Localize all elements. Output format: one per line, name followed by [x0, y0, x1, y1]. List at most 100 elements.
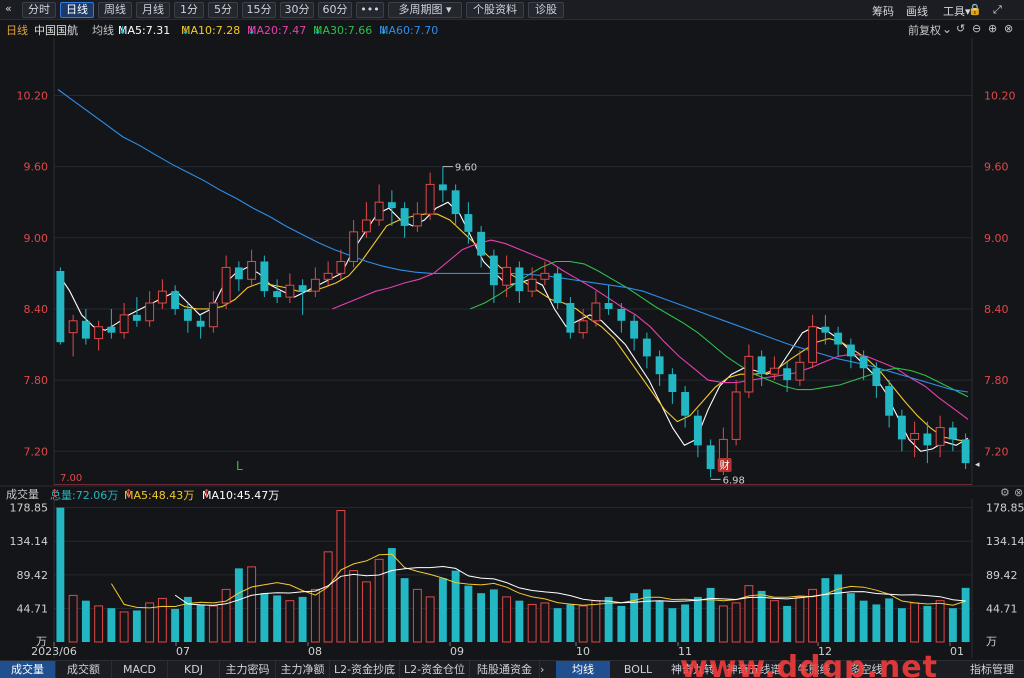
candle-24: [361, 202, 371, 238]
volume-bar-66: [897, 608, 906, 642]
candle-45: [630, 314, 639, 351]
candle-48: [668, 368, 677, 404]
period-button-2[interactable]: 周线: [98, 2, 132, 18]
volume-bar-16: [260, 593, 269, 642]
candle-body: [119, 314, 129, 334]
zoom-out-icon[interactable]: ⊖: [972, 22, 981, 35]
candle-body: [706, 445, 715, 470]
overlay-tab-0[interactable]: 均线: [556, 661, 610, 678]
x-label-2: 08: [308, 645, 322, 658]
candle-body: [566, 303, 575, 333]
draw-button[interactable]: 画线: [906, 3, 928, 19]
indicator-tab-0[interactable]: 成交量: [0, 661, 56, 678]
volume-bar-9: [171, 608, 180, 642]
indicator-tab-2[interactable]: MACD: [112, 661, 168, 678]
overlay-tab-6[interactable]: 指标管理: [960, 661, 1024, 678]
indicator-tab-6[interactable]: L2-资金抄底: [330, 661, 400, 678]
candle-body: [374, 201, 384, 221]
period-button-10[interactable]: 多周期图 ▾: [388, 2, 462, 18]
candle-body: [808, 326, 818, 363]
period-button-12[interactable]: 诊股: [528, 2, 564, 18]
chevron-right-icon[interactable]: ›: [540, 663, 544, 676]
candle-body: [260, 261, 269, 292]
candle-body: [464, 214, 473, 232]
indicator-tab-5[interactable]: 主力净额: [276, 661, 330, 678]
candle-body: [769, 367, 779, 375]
chip-button[interactable]: 筹码: [872, 3, 894, 19]
overlay-tab-1[interactable]: BOLL: [614, 661, 662, 678]
candle-46: [642, 332, 651, 369]
candle-body: [183, 308, 192, 321]
candle-body: [56, 270, 65, 343]
close-icon[interactable]: ⊗: [1004, 22, 1013, 35]
ma-label[interactable]: 均线: [92, 22, 114, 38]
expand-icon[interactable]: ⤢: [993, 3, 1002, 17]
ma-line-ma60: [57, 89, 969, 393]
candle-41: [578, 308, 588, 339]
candle-70: [948, 421, 957, 452]
candle-body: [655, 356, 664, 375]
volume-bar-34: [489, 589, 498, 642]
candle-26: [387, 190, 396, 226]
candle-body: [234, 267, 243, 280]
candle-body: [68, 320, 78, 334]
vol-tick-right-1: 134.14: [986, 535, 1024, 548]
candle-body: [196, 320, 205, 327]
undo-icon[interactable]: ↺: [956, 22, 965, 35]
volume-bar-61: [834, 574, 843, 642]
x-label-4: 10: [576, 645, 590, 658]
restore-select[interactable]: 前复权: [908, 22, 941, 38]
candle-17: [273, 279, 282, 304]
period-button-3[interactable]: 月线: [136, 2, 170, 18]
volume-bar-13: [221, 588, 231, 643]
candle-11: [196, 314, 205, 339]
price-chart[interactable]: 10.20 10.20 9.60 9.60 9.00 9.00 8.40 8.40 7.80 7.…: [0, 38, 1024, 485]
volume-bar-26: [387, 548, 396, 642]
candle-31: [451, 184, 460, 226]
candle-53: [731, 380, 741, 446]
vol-tick-right-0: 178.85: [986, 502, 1024, 515]
period-button-0[interactable]: 分时: [22, 2, 56, 18]
candle-body: [617, 308, 626, 321]
candle-body: [681, 391, 690, 416]
indicator-tab-7[interactable]: L2-资金仓位: [400, 661, 470, 678]
candle-39: [553, 267, 562, 309]
period-button-1[interactable]: 日线: [60, 2, 94, 18]
tools-button[interactable]: 工具▾: [943, 3, 971, 19]
volume-bar-69: [935, 600, 945, 643]
candle-9: [171, 285, 180, 315]
candle-54: [744, 344, 754, 398]
period-button-7[interactable]: 30分: [280, 2, 314, 18]
period-button-5[interactable]: 5分: [208, 2, 238, 18]
volume-chart[interactable]: 178.85 178.85 134.14 134.14 89.42 89.42 44.71 4…: [0, 485, 1024, 660]
candle-64: [872, 362, 881, 398]
indicator-tab-1[interactable]: 成交额: [56, 661, 112, 678]
collapse-icon[interactable]: «: [5, 2, 12, 15]
volume-bar-33: [477, 593, 486, 642]
candle-5: [119, 303, 129, 339]
volume-bar-51: [706, 587, 715, 642]
indicator-tab-8[interactable]: 陆股通资金: [470, 661, 540, 678]
candle-1: [68, 314, 78, 357]
candle-15: [247, 249, 257, 286]
period-button-6[interactable]: 15分: [242, 2, 276, 18]
period-button-8[interactable]: 60分: [318, 2, 352, 18]
indicator-tab-4[interactable]: 主力密码: [220, 661, 276, 678]
period-button-11[interactable]: 个股资料: [466, 2, 524, 18]
candle-30: [438, 166, 447, 203]
stock-name[interactable]: 中国国航: [34, 22, 78, 38]
lock-icon[interactable]: 🔒: [968, 3, 982, 16]
zoom-in-icon[interactable]: ⊕: [988, 22, 997, 35]
indicator-tab-3[interactable]: KDJ: [168, 661, 220, 678]
candle-body: [693, 415, 702, 446]
period-button-4[interactable]: 1分: [174, 2, 204, 18]
candle-62: [846, 338, 855, 369]
chevron-down-icon[interactable]: ⌄: [942, 22, 952, 36]
candle-44: [617, 303, 626, 333]
price-tick-right-5: 7.20: [984, 445, 1009, 458]
candle-4: [107, 308, 116, 339]
candle-body: [489, 255, 498, 286]
candle-body: [540, 272, 550, 280]
candle-40: [566, 297, 575, 339]
period-button-9[interactable]: •••: [356, 2, 384, 18]
